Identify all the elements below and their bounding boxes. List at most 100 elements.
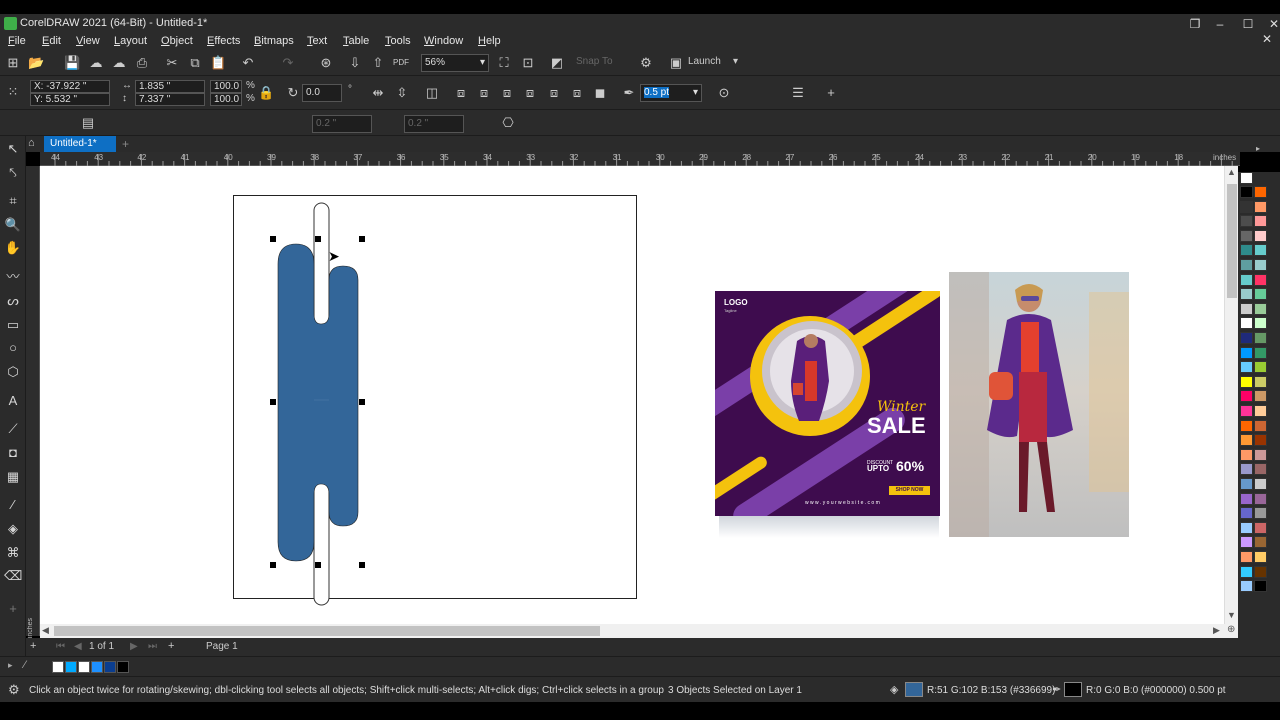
palette-swatch[interactable] [1254, 332, 1267, 344]
x-position-field[interactable]: X: -37.922 " [30, 80, 110, 93]
horizontal-scroll-thumb[interactable] [54, 626, 600, 636]
palette-swatch[interactable] [1254, 390, 1267, 403]
scroll-right-icon[interactable]: ▶ [1213, 625, 1220, 636]
palette-swatch[interactable] [1240, 273, 1253, 286]
scroll-up-icon[interactable]: ▲ [1227, 167, 1236, 177]
palette-swatch[interactable] [1240, 229, 1253, 242]
palette-swatch[interactable] [1254, 419, 1267, 432]
selection-handle-ml[interactable] [270, 399, 276, 405]
selection-handle-br[interactable] [359, 562, 365, 568]
palette-swatch[interactable] [1254, 200, 1267, 213]
mesh-fill-icon[interactable]: ⌘ [4, 544, 22, 562]
show-rulers-icon[interactable]: ⊡ [520, 55, 536, 71]
snap-to-dropdown[interactable]: Snap To [576, 56, 613, 67]
corner-radius-a-field[interactable]: 0.2 " [312, 115, 372, 133]
palette-swatch[interactable] [1254, 346, 1267, 359]
document-color-swatch[interactable] [65, 661, 77, 673]
selection-handle-bm[interactable] [315, 562, 321, 568]
intersect-icon[interactable]: ⧈ [499, 85, 515, 101]
align-distribute-icon[interactable]: ☰ [790, 85, 806, 101]
palette-swatch[interactable] [1240, 361, 1253, 374]
print-icon[interactable]: ⎙ [134, 55, 150, 71]
object-width-field[interactable]: 1.835 " [135, 80, 205, 93]
rotate-icon[interactable]: ↻ [285, 85, 301, 101]
next-page-icon[interactable]: ▶ [130, 641, 138, 652]
zoom-level-field[interactable]: 56% ▾ [421, 54, 489, 72]
palette-swatch[interactable] [1254, 273, 1267, 286]
mirror-horizontal-icon[interactable]: ⇹ [370, 85, 386, 101]
palette-swatch[interactable] [1240, 215, 1253, 228]
eraser-icon[interactable]: ⌫ [4, 567, 22, 585]
boundary-icon[interactable]: ◼ [592, 85, 608, 101]
palette-swatch[interactable] [1254, 186, 1267, 198]
document-color-swatch[interactable] [104, 661, 116, 673]
restore-window-icon[interactable]: ❐ [1183, 15, 1207, 33]
launch-icon[interactable]: ▣ [668, 55, 684, 71]
palette-swatch[interactable] [1240, 405, 1253, 417]
palette-swatch[interactable] [1240, 478, 1253, 490]
add-page-after-icon[interactable]: + [168, 640, 174, 652]
lock-ratio-icon[interactable]: 🔒 [258, 85, 274, 101]
menu-window[interactable]: Window [424, 35, 463, 47]
cloud-sync-icon[interactable]: ☁ [111, 55, 127, 71]
export-icon[interactable]: ⇧ [370, 55, 386, 71]
selection-handle-tm[interactable] [315, 236, 321, 242]
palette-swatch[interactable] [1254, 463, 1267, 476]
add-tool-icon[interactable]: + [4, 600, 22, 618]
wrap-text-icon[interactable]: ⊙ [716, 85, 732, 101]
zoom-tool-icon[interactable]: 🔍 [4, 216, 22, 234]
launch-button[interactable]: Launch [688, 56, 721, 67]
simplify-icon[interactable]: ⧈ [522, 85, 538, 101]
search-content-icon[interactable]: ⊛ [318, 55, 334, 71]
menu-edit[interactable]: Edit [42, 35, 61, 47]
menu-tools[interactable]: Tools [385, 35, 411, 47]
text-tool-icon[interactable]: A [4, 392, 22, 410]
paste-icon[interactable]: 📋 [210, 55, 226, 71]
interactive-fill-icon[interactable]: ◈ [4, 520, 22, 538]
palette-swatch[interactable] [1240, 448, 1253, 461]
no-fill-swatch[interactable] [1240, 172, 1253, 184]
redo-icon[interactable]: ↷ [280, 55, 296, 71]
palette-swatch[interactable] [1240, 288, 1253, 301]
previous-page-icon[interactable]: ◀ [74, 641, 82, 652]
horizontal-scrollbar[interactable]: ◀ ▶ ⊕ [40, 624, 1238, 638]
menu-object[interactable]: Object [161, 35, 193, 47]
menu-view[interactable]: View [76, 35, 100, 47]
palette-swatch[interactable] [1240, 244, 1253, 257]
palette-eyedropper-icon[interactable]: ⁄ [24, 659, 26, 671]
fashion-photo-image[interactable] [949, 272, 1129, 537]
rotation-angle-field[interactable]: 0.0 [302, 84, 342, 102]
corner-radius-b-field[interactable]: 0.2 " [404, 115, 464, 133]
new-tab-icon[interactable]: + [122, 137, 129, 151]
tab-untitled-1[interactable]: Untitled-1* [44, 136, 116, 152]
cut-icon[interactable]: ✂ [164, 55, 180, 71]
parallel-dimension-icon[interactable]: ⟋ [4, 420, 22, 438]
palette-arrow-icon[interactable]: ▸ [8, 660, 13, 671]
reference-point-icon[interactable]: ⁙ [5, 84, 21, 100]
palette-swatch[interactable] [1254, 405, 1267, 417]
palette-swatch[interactable] [1240, 551, 1253, 563]
selection-handle-tr[interactable] [359, 236, 365, 242]
scroll-left-icon[interactable]: ◀ [42, 625, 49, 636]
eyedropper-icon[interactable]: ⁄ [4, 496, 22, 514]
current-fill-swatch[interactable] [905, 682, 923, 697]
winter-sale-ad-image[interactable]: LOGO Tagline Winter SALE DISCOUNT UPTO 6… [715, 291, 940, 516]
palette-swatch[interactable] [1240, 434, 1253, 447]
open-icon[interactable]: 📂 [28, 55, 44, 71]
first-page-icon[interactable]: ⏮ [56, 641, 65, 652]
outline-pen-icon[interactable]: ✒ [621, 85, 637, 101]
palette-swatch[interactable] [1240, 419, 1253, 432]
palette-swatch[interactable] [1254, 448, 1267, 461]
scroll-down-icon[interactable]: ▼ [1227, 610, 1236, 620]
current-outline-swatch[interactable] [1064, 682, 1082, 697]
palette-swatch[interactable] [1254, 215, 1267, 228]
snap-icon[interactable]: ◩ [549, 55, 565, 71]
new-document-icon[interactable]: ⊞ [5, 55, 21, 71]
doc-close-icon[interactable]: ✕ [1262, 32, 1272, 46]
convert-to-curves-icon[interactable]: ⎔ [500, 115, 516, 131]
palette-swatch[interactable] [1254, 492, 1267, 505]
cloud-upload-icon[interactable]: ☁ [88, 55, 104, 71]
palette-swatch[interactable] [1240, 536, 1253, 549]
document-color-swatch[interactable] [91, 661, 103, 673]
object-list-icon[interactable]: ▤ [80, 115, 96, 131]
